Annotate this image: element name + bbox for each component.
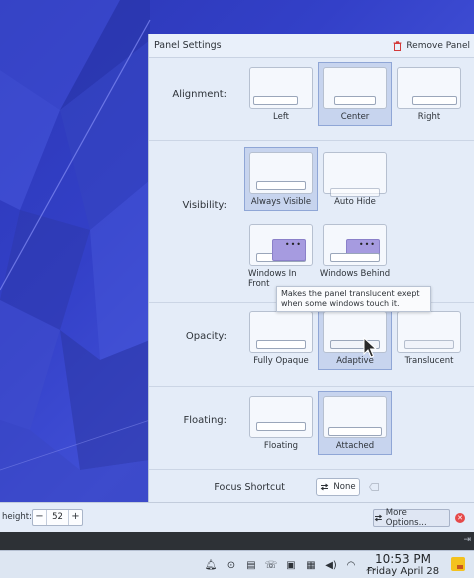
- alignment-section: Alignment: Left Center Right: [149, 58, 474, 141]
- clock-date: Friday April 28: [366, 566, 440, 577]
- mouse-cursor-icon: [363, 337, 377, 358]
- panel-edit-toolbar: height: − 52 + More Options... ✕: [0, 502, 474, 532]
- visibility-windows-in-front-option[interactable]: ••• Windows In Front: [245, 220, 317, 292]
- more-options-button[interactable]: More Options...: [373, 508, 450, 528]
- close-edit-mode-button[interactable]: ✕: [455, 513, 465, 523]
- height-decrease-button[interactable]: −: [33, 510, 46, 525]
- alignment-right-preview: [397, 67, 461, 109]
- attached-option[interactable]: Attached: [318, 391, 392, 455]
- alignment-center-option[interactable]: Center: [318, 62, 392, 126]
- fully-opaque-label: Fully Opaque: [253, 356, 309, 366]
- height-label: height:: [2, 512, 32, 522]
- always-visible-label: Always Visible: [250, 197, 312, 207]
- alignment-left-preview: [249, 67, 313, 109]
- clear-shortcut-button[interactable]: [365, 478, 383, 496]
- clear-icon: [369, 483, 379, 491]
- update-icon[interactable]: ⊙: [223, 558, 239, 572]
- trash-icon: [393, 40, 402, 51]
- floating-label: Floating:: [183, 415, 227, 426]
- focus-shortcut-button[interactable]: None: [316, 478, 360, 496]
- adaptive-label: Adaptive: [336, 356, 374, 366]
- visibility-windows-behind-option[interactable]: ••• Windows Behind: [319, 220, 391, 282]
- system-tray: 🔔︎ ⊙ ▤ ☏ ▣ ▦ ◀) ◠ ︿: [203, 558, 379, 573]
- height-value[interactable]: 52: [46, 510, 69, 525]
- digital-clock[interactable]: 10:53 PM Friday April 28: [364, 552, 442, 578]
- floating-option-label: Floating: [263, 441, 299, 451]
- disk-icon[interactable]: ▣: [283, 558, 299, 572]
- visibility-label: Visibility:: [182, 200, 227, 211]
- remove-panel-button[interactable]: Remove Panel: [393, 41, 470, 51]
- alignment-center-preview: [323, 67, 387, 109]
- floating-preview: [249, 396, 313, 438]
- kde-connect-icon[interactable]: ☏: [263, 558, 279, 572]
- focus-shortcut-label: Focus Shortcut: [214, 482, 285, 493]
- adaptive-preview: [323, 311, 387, 353]
- opacity-tooltip: Makes the panel translucent exept when s…: [276, 286, 431, 312]
- translucent-label: Translucent: [404, 356, 454, 366]
- alignment-right-option[interactable]: Right: [393, 63, 465, 125]
- opacity-section: Opacity: Fully Opaque Adaptive Transluce…: [149, 303, 474, 387]
- visibility-auto-hide-option[interactable]: Auto Hide: [319, 148, 391, 210]
- height-spinbox[interactable]: − 52 +: [32, 509, 83, 526]
- opacity-fully-opaque-option[interactable]: Fully Opaque: [245, 307, 317, 369]
- windows-behind-label: Windows Behind: [319, 269, 391, 279]
- panel-edit-gap: ⇥: [0, 532, 474, 550]
- focus-shortcut-row: Focus Shortcut None: [149, 470, 474, 502]
- volume-icon[interactable]: ◀): [323, 558, 339, 572]
- focus-shortcut-value: None: [333, 482, 356, 492]
- resize-icon[interactable]: ⇥: [463, 535, 471, 545]
- translucent-preview: [397, 311, 461, 353]
- shortcut-icon: [321, 483, 329, 491]
- alignment-left-option[interactable]: Left: [245, 63, 317, 125]
- windows-behind-preview: •••: [323, 224, 387, 266]
- attached-option-label: Attached: [335, 441, 375, 451]
- floating-section: Floating: Floating Attached: [149, 387, 474, 470]
- alignment-right-label: Right: [417, 112, 441, 122]
- show-desktop-icon[interactable]: [451, 557, 465, 571]
- alignment-label: Alignment:: [172, 89, 227, 100]
- display-icon[interactable]: ▦: [303, 558, 319, 572]
- panel-settings-window: Panel Settings Remove Panel Alignment: L…: [148, 34, 474, 502]
- clock-time: 10:53 PM: [375, 552, 431, 566]
- windows-in-front-preview: •••: [249, 224, 313, 266]
- notifications-icon[interactable]: 🔔︎: [203, 558, 219, 572]
- settings-header: Panel Settings Remove Panel: [149, 34, 474, 58]
- more-options-label: More Options...: [385, 508, 427, 528]
- visibility-always-visible-option[interactable]: Always Visible: [244, 147, 318, 211]
- opacity-adaptive-option[interactable]: Adaptive: [318, 306, 392, 370]
- visibility-section: Visibility: Always Visible Auto Hide •••…: [149, 141, 474, 303]
- alignment-left-label: Left: [273, 112, 289, 122]
- height-increase-button[interactable]: +: [69, 510, 82, 525]
- shortcut-icon: [374, 514, 383, 522]
- floating-option[interactable]: Floating: [245, 392, 317, 454]
- always-visible-preview: [249, 152, 313, 194]
- settings-title: Panel Settings: [154, 40, 222, 51]
- alignment-center-label: Center: [340, 112, 370, 122]
- fully-opaque-preview: [249, 311, 313, 353]
- opacity-translucent-option[interactable]: Translucent: [393, 307, 465, 369]
- attached-preview: [323, 396, 387, 438]
- clipboard-icon[interactable]: ▤: [243, 558, 259, 572]
- system-taskbar: 🔔︎ ⊙ ▤ ☏ ▣ ▦ ◀) ◠ ︿ 10:53 PM Friday Apri…: [0, 550, 474, 578]
- auto-hide-preview: [323, 152, 387, 197]
- opacity-label: Opacity:: [185, 331, 227, 342]
- remove-panel-label: Remove Panel: [406, 40, 470, 51]
- wifi-icon[interactable]: ◠: [343, 558, 359, 572]
